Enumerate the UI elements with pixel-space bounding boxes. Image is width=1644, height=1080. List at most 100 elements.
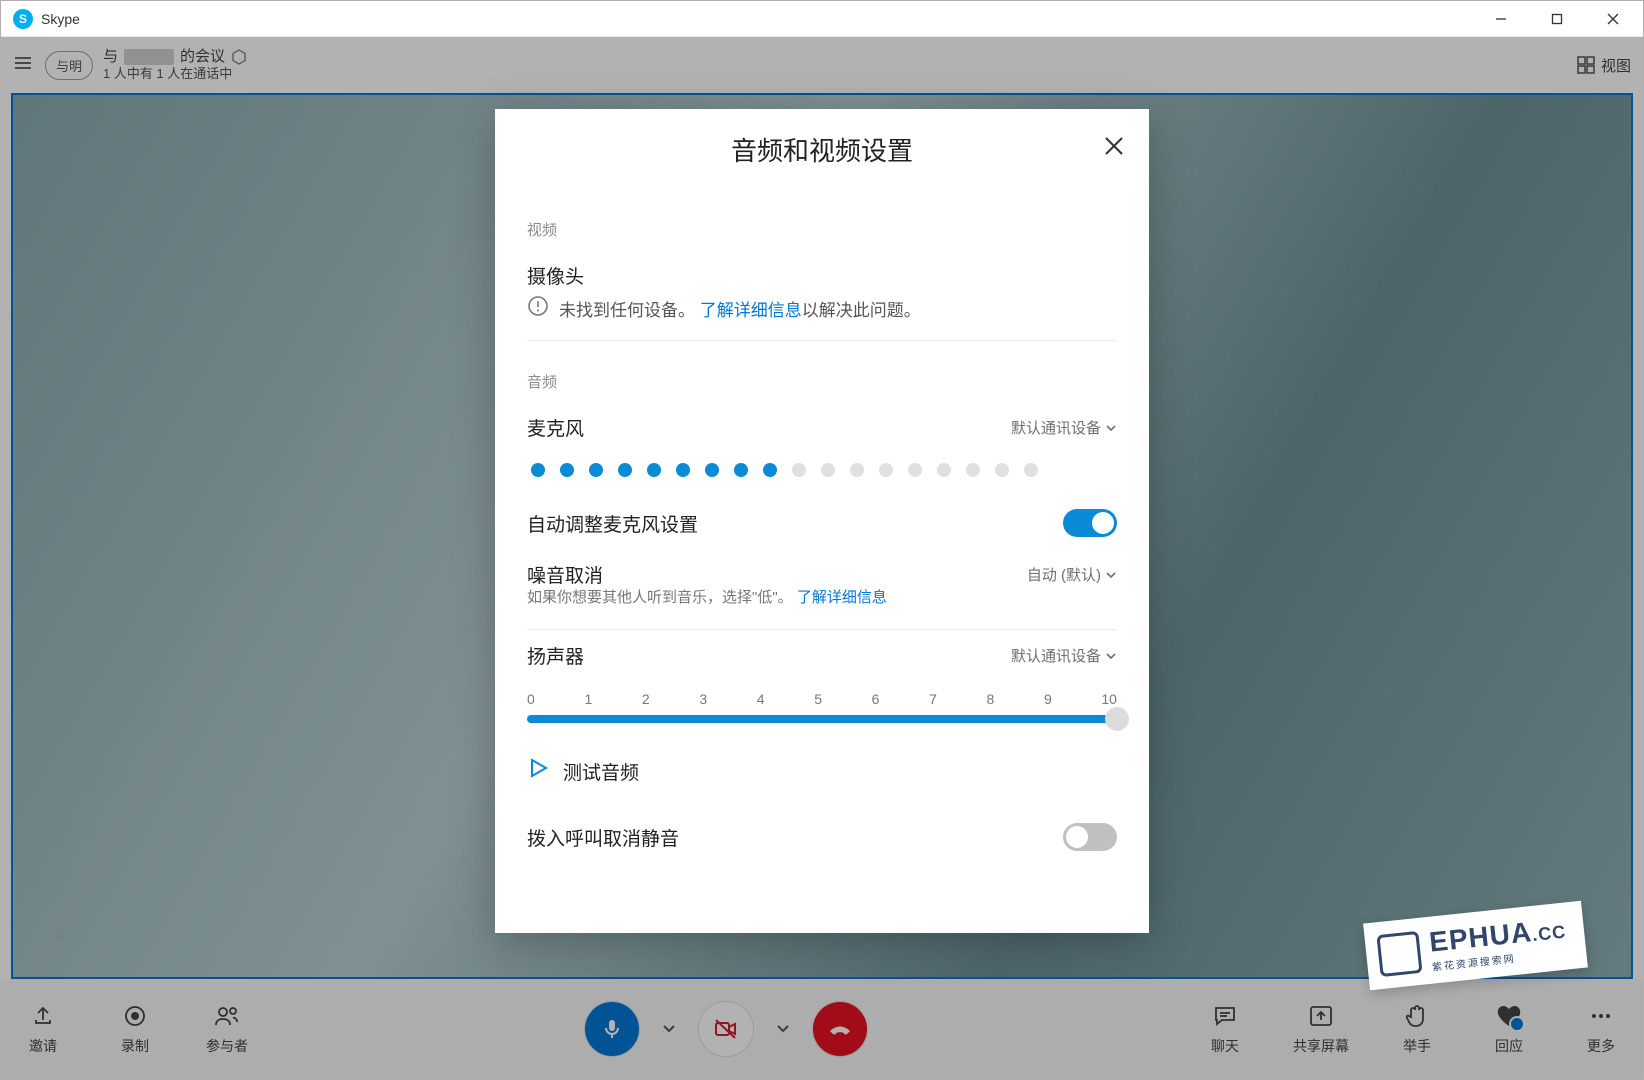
mic-level-dot bbox=[879, 463, 893, 477]
noise-cancel-dropdown[interactable]: 自动 (默认) bbox=[1027, 564, 1117, 585]
mic-level-dot bbox=[647, 463, 661, 477]
chevron-down-icon bbox=[1105, 422, 1117, 434]
raise-label: 举手 bbox=[1403, 1036, 1431, 1056]
grid-icon bbox=[1577, 56, 1595, 74]
invite-label: 邀请 bbox=[29, 1036, 57, 1056]
raise-hand-button[interactable]: 举手 bbox=[1393, 1002, 1441, 1056]
camera-error-text: 未找到任何设备。 bbox=[559, 301, 695, 320]
info-hex-icon bbox=[231, 49, 247, 65]
chat-icon bbox=[1211, 1002, 1239, 1030]
audio-section-label: 音频 bbox=[527, 371, 1117, 392]
camera-error-link[interactable]: 了解详细信息 bbox=[700, 301, 802, 320]
self-view-badge[interactable]: S bbox=[41, 913, 83, 955]
avatar-pill[interactable]: 与明 bbox=[45, 51, 93, 80]
header-subtitle: 1 人中有 1 人在通话中 bbox=[103, 66, 247, 83]
record-icon bbox=[121, 1002, 149, 1030]
watermark-icon bbox=[1376, 930, 1422, 976]
close-window-button[interactable] bbox=[1585, 1, 1641, 37]
camera-options-chevron[interactable] bbox=[771, 1017, 795, 1041]
modal-close-button[interactable] bbox=[1103, 135, 1125, 162]
camera-error-line: 未找到任何设备。 了解详细信息以解决此问题。 bbox=[527, 295, 1117, 341]
slider-tick-label: 0 bbox=[527, 691, 535, 707]
mic-level-dot bbox=[705, 463, 719, 477]
slider-thumb[interactable] bbox=[1105, 707, 1129, 731]
share-label: 共享屏幕 bbox=[1293, 1036, 1349, 1056]
mic-device-value: 默认通讯设备 bbox=[1011, 417, 1101, 438]
header-title-prefix: 与 bbox=[103, 47, 118, 67]
hangup-icon bbox=[826, 1015, 854, 1043]
menu-icon[interactable] bbox=[13, 53, 33, 78]
mic-level-dot bbox=[908, 463, 922, 477]
edit-badge-icon bbox=[1509, 1016, 1525, 1032]
heart-icon bbox=[1495, 1002, 1523, 1030]
mic-level-dot bbox=[1024, 463, 1038, 477]
auto-mic-toggle[interactable] bbox=[1063, 509, 1117, 537]
record-button[interactable]: 录制 bbox=[111, 1002, 159, 1056]
hand-icon bbox=[1403, 1002, 1431, 1030]
app-name: Skype bbox=[41, 11, 1473, 27]
mic-level-dot bbox=[995, 463, 1009, 477]
skype-logo-icon: S bbox=[13, 9, 33, 29]
alert-circle-icon bbox=[527, 295, 549, 322]
camera-label: 摄像头 bbox=[527, 262, 584, 289]
noise-desc-link[interactable]: 了解详细信息 bbox=[797, 589, 887, 606]
mic-device-dropdown[interactable]: 默认通讯设备 bbox=[1011, 417, 1117, 438]
slider-tick-label: 9 bbox=[1044, 691, 1052, 707]
censored-name bbox=[124, 49, 174, 65]
mic-level-dot bbox=[821, 463, 835, 477]
slider-tick-label: 3 bbox=[699, 691, 707, 707]
modal-title: 音频和视频设置 bbox=[731, 131, 913, 168]
close-icon bbox=[1103, 135, 1125, 157]
speaker-device-dropdown[interactable]: 默认通讯设备 bbox=[1011, 645, 1117, 666]
mic-level-meter bbox=[527, 453, 1117, 497]
slider-tick-label: 2 bbox=[642, 691, 650, 707]
maximize-button[interactable] bbox=[1529, 1, 1585, 37]
mic-level-dot bbox=[560, 463, 574, 477]
more-button[interactable]: 更多 bbox=[1577, 1002, 1625, 1056]
mic-level-dot bbox=[792, 463, 806, 477]
slider-tick-label: 6 bbox=[872, 691, 880, 707]
react-label: 回应 bbox=[1495, 1036, 1523, 1056]
mic-level-dot bbox=[618, 463, 632, 477]
speaker-slider-ticks: 0 1 2 3 4 5 6 7 8 9 10 bbox=[527, 691, 1117, 707]
noise-desc-text: 如果你想要其他人听到音乐，选择"低"。 bbox=[527, 589, 793, 606]
slider-tick-label: 8 bbox=[987, 691, 995, 707]
hangup-button[interactable] bbox=[813, 1002, 867, 1056]
noise-cancel-value: 自动 (默认) bbox=[1027, 564, 1101, 585]
mic-options-chevron[interactable] bbox=[657, 1017, 681, 1041]
modal-body[interactable]: 视频 摄像头 未找到任何设备。 了解详细信息以解决此问题。 音频 麦克风 默认通… bbox=[495, 189, 1149, 933]
unmute-dialin-toggle[interactable] bbox=[1063, 823, 1117, 851]
view-label: 视图 bbox=[1601, 55, 1631, 76]
mic-level-dot bbox=[763, 463, 777, 477]
speaker-device-value: 默认通讯设备 bbox=[1011, 645, 1101, 666]
modal-header: 音频和视频设置 bbox=[495, 109, 1149, 189]
chat-button[interactable]: 聊天 bbox=[1201, 1002, 1249, 1056]
invite-button[interactable]: 邀请 bbox=[19, 1002, 67, 1056]
participants-button[interactable]: 参与者 bbox=[203, 1002, 251, 1056]
test-audio-button[interactable]: 测试音频 bbox=[527, 757, 1117, 785]
slider-tick-label: 10 bbox=[1101, 691, 1117, 707]
share-screen-icon bbox=[1307, 1002, 1335, 1030]
mic-level-dot bbox=[531, 463, 545, 477]
call-controls-bar: 邀请 录制 参与者 bbox=[1, 979, 1643, 1079]
mic-toggle-button[interactable] bbox=[585, 1002, 639, 1056]
share-screen-button[interactable]: 共享屏幕 bbox=[1293, 1002, 1349, 1056]
mic-level-dot bbox=[734, 463, 748, 477]
slider-tick-label: 4 bbox=[757, 691, 765, 707]
view-button[interactable]: 视图 bbox=[1577, 55, 1631, 76]
slider-tick-label: 1 bbox=[584, 691, 592, 707]
mic-level-dot bbox=[589, 463, 603, 477]
call-header: 与明 与 的会议 1 人中有 1 人在通话中 视图 bbox=[1, 37, 1643, 93]
svg-text:S: S bbox=[56, 926, 65, 942]
camera-toggle-button[interactable] bbox=[699, 1002, 753, 1056]
react-button[interactable]: 回应 bbox=[1485, 1002, 1533, 1056]
speaker-volume-slider[interactable] bbox=[527, 715, 1117, 723]
video-section-label: 视频 bbox=[527, 219, 1117, 240]
slider-tick-label: 5 bbox=[814, 691, 822, 707]
camera-error-tail: 以解决此问题。 bbox=[802, 301, 921, 320]
minimize-button[interactable] bbox=[1473, 1, 1529, 37]
mic-level-dot bbox=[966, 463, 980, 477]
noise-desc: 如果你想要其他人听到音乐，选择"低"。 了解详细信息 bbox=[527, 586, 1117, 630]
mic-icon bbox=[600, 1017, 624, 1041]
slider-tick-label: 7 bbox=[929, 691, 937, 707]
